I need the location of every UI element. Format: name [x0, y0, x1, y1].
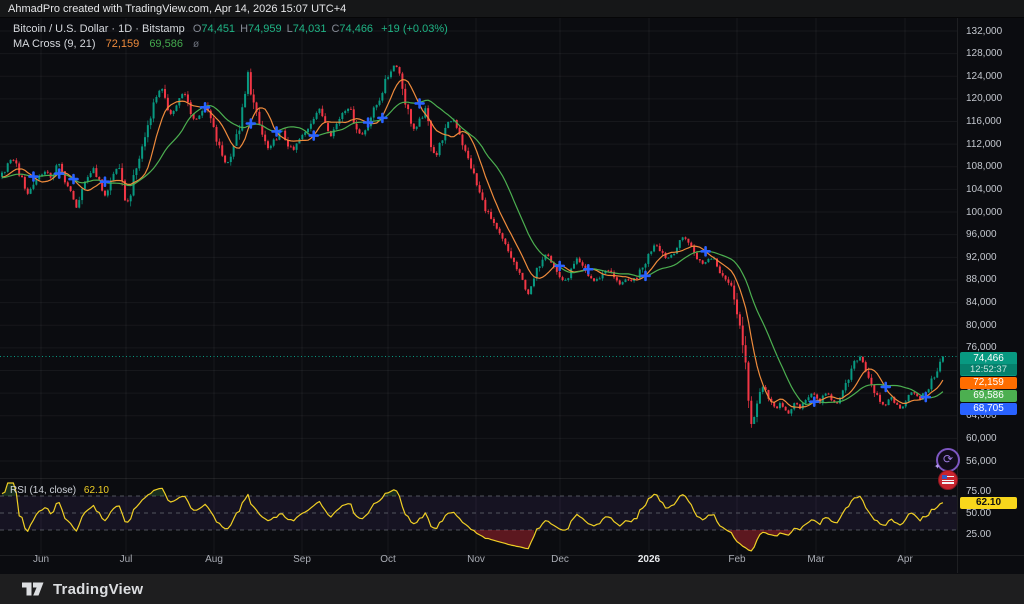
symbol-legend-row[interactable]: Bitcoin / U.S. Dollar · 1D · Bitstamp O7… — [13, 22, 448, 36]
ohlc-values: O74,451 H74,959 L74,031 C74,466 — [188, 23, 373, 35]
circular-arrow-icon: ⟳ — [942, 452, 954, 466]
time-axis-label: Apr — [897, 554, 913, 565]
ma-fast-badge: 72,159 — [960, 377, 1017, 389]
price-axis-label: 120,000 — [966, 93, 1003, 105]
price-axis-label: 104,000 — [966, 183, 1003, 195]
rsi-value-badge: 62.10 — [960, 496, 1017, 509]
indicator-slow-value: 69,586 — [149, 38, 183, 50]
bar-countdown: 12:52:37 — [960, 364, 1017, 375]
price-axis-label: 88,000 — [966, 274, 997, 286]
price-axis-label: 108,000 — [966, 161, 1003, 173]
price-axis-label: 100,000 — [966, 206, 1003, 218]
price-axis-label: 84,000 — [966, 297, 997, 309]
indicator-fast-value: 72,159 — [105, 38, 140, 50]
current-price-value: 74,466 — [973, 353, 1004, 364]
current-price-badge: 74,466 12:52:37 — [960, 352, 1017, 376]
ma-cross-badge: 68,705 — [960, 403, 1017, 415]
rsi-indicator-title[interactable]: RSI (14, close) — [10, 485, 76, 496]
main-chart-canvas[interactable] — [0, 0, 1024, 574]
symbol-title[interactable]: Bitcoin / U.S. Dollar · 1D · Bitstamp — [13, 23, 185, 35]
time-axis-label: Oct — [380, 554, 396, 565]
indicator-legend-row[interactable]: MA Cross (9, 21) 72,159 69,586 ø — [13, 37, 448, 51]
price-axis-label: 56,000 — [966, 455, 997, 467]
price-axis-label: 92,000 — [966, 251, 997, 263]
time-axis-label: Mar — [807, 554, 825, 565]
replay-event-icon[interactable]: ⟳ ✦ — [934, 448, 960, 472]
indicator-title[interactable]: MA Cross (9, 21) — [13, 38, 96, 50]
price-axis-label: 60,000 — [966, 432, 997, 444]
ohlc-value: 74,466 — [339, 23, 374, 35]
time-axis-label: Dec — [551, 554, 569, 565]
price-axis-label: 128,000 — [966, 48, 1003, 60]
attribution-text: AhmadPro created with TradingView.com, A… — [8, 2, 347, 15]
indicator-options-icon[interactable]: ø — [193, 39, 199, 50]
chart-legend: Bitcoin / U.S. Dollar · 1D · Bitstamp O7… — [13, 22, 448, 52]
change-value: +19 (+0.03%) — [381, 23, 448, 35]
rsi-axis-label: 75.00 — [966, 486, 992, 498]
footer-bar: TradingView — [0, 574, 1024, 604]
ohlc-letter: H — [240, 23, 249, 35]
time-axis-label: Sep — [293, 554, 311, 565]
time-axis-label: 2026 — [637, 554, 661, 565]
time-axis-label: Aug — [205, 554, 223, 565]
ohlc-value: 74,451 — [201, 23, 236, 35]
ohlc-value: 74,959 — [248, 23, 282, 35]
tradingview-snapshot: AhmadPro created with TradingView.com, A… — [0, 0, 1024, 604]
ma-slow-badge: 69,586 — [960, 390, 1017, 402]
time-axis-label: Nov — [467, 554, 485, 565]
rsi-axis-label: 25.00 — [966, 528, 992, 540]
price-axis-label: 124,000 — [966, 70, 1003, 82]
price-axis-label: 132,000 — [966, 25, 1003, 37]
rsi-legend[interactable]: RSI (14, close) 62.10 — [10, 485, 109, 497]
time-axis-label: Feb — [728, 554, 746, 565]
price-axis-label: 96,000 — [966, 229, 997, 241]
rsi-indicator-value: 62.10 — [83, 485, 109, 496]
rsi-axis-label: 50.00 — [966, 507, 992, 519]
price-axis-label: 112,000 — [966, 138, 1002, 150]
tradingview-logo-icon — [22, 582, 44, 596]
price-axis-label: 116,000 — [966, 116, 1002, 128]
attribution-bar: AhmadPro created with TradingView.com, A… — [0, 0, 1024, 18]
time-axis-label: Jul — [119, 554, 133, 565]
tradingview-wordmark: TradingView — [53, 580, 144, 598]
ohlc-value: 74,031 — [292, 23, 327, 35]
time-axis-label: Jun — [32, 554, 50, 565]
us-economic-event-icon[interactable] — [938, 470, 958, 490]
price-axis-label: 80,000 — [966, 319, 997, 331]
